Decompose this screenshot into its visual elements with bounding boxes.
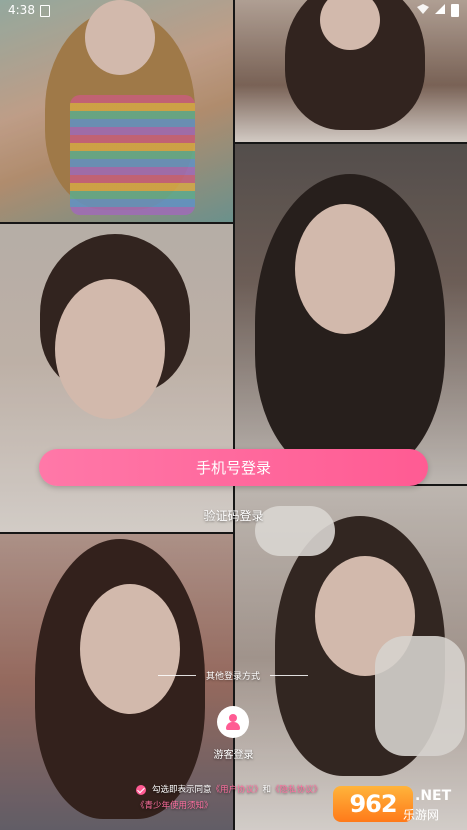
phone-login-label: 手机号登录 xyxy=(195,459,271,477)
other-login-divider: 其他登录方式 xyxy=(158,668,308,682)
agreement-text: 勾选即表示同意《用户协议》和《隐私协议》 《青少年使用须知》 xyxy=(136,782,336,814)
divider-line-right xyxy=(269,674,308,676)
site-watermark: 962 .NET 乐游网 xyxy=(333,786,459,826)
guest-login-button[interactable] xyxy=(217,706,249,738)
wifi-icon xyxy=(417,4,429,14)
status-time: 4:38 xyxy=(8,3,35,17)
sim-card-icon xyxy=(40,5,50,17)
cellular-signal-icon xyxy=(435,4,445,14)
other-login-title: 其他登录方式 xyxy=(205,671,260,682)
privacy-policy-link[interactable]: 《隐私协议》 xyxy=(271,785,322,795)
agreement-and: 和 xyxy=(262,785,272,795)
battery-icon xyxy=(451,4,459,17)
code-login-link[interactable]: 验证码登录 xyxy=(0,507,467,524)
watermark-name: 乐游网 xyxy=(403,808,440,822)
watermark-number: 962 xyxy=(333,786,413,822)
watermark-suffix: .NET xyxy=(415,788,452,804)
user-icon xyxy=(226,714,240,730)
status-bar: 4:38 xyxy=(0,0,467,20)
guest-login-label[interactable]: 游客登录 xyxy=(0,746,467,761)
agreement-prefix: 勾选即表示同意 xyxy=(152,785,212,795)
user-agreement-link[interactable]: 《用户协议》 xyxy=(212,785,263,795)
minor-notice-link[interactable]: 《青少年使用须知》 xyxy=(136,801,213,811)
divider-line-left xyxy=(158,674,196,676)
agreement-checkbox[interactable] xyxy=(136,784,146,795)
phone-login-button[interactable]: 手机号登录 xyxy=(39,449,428,486)
